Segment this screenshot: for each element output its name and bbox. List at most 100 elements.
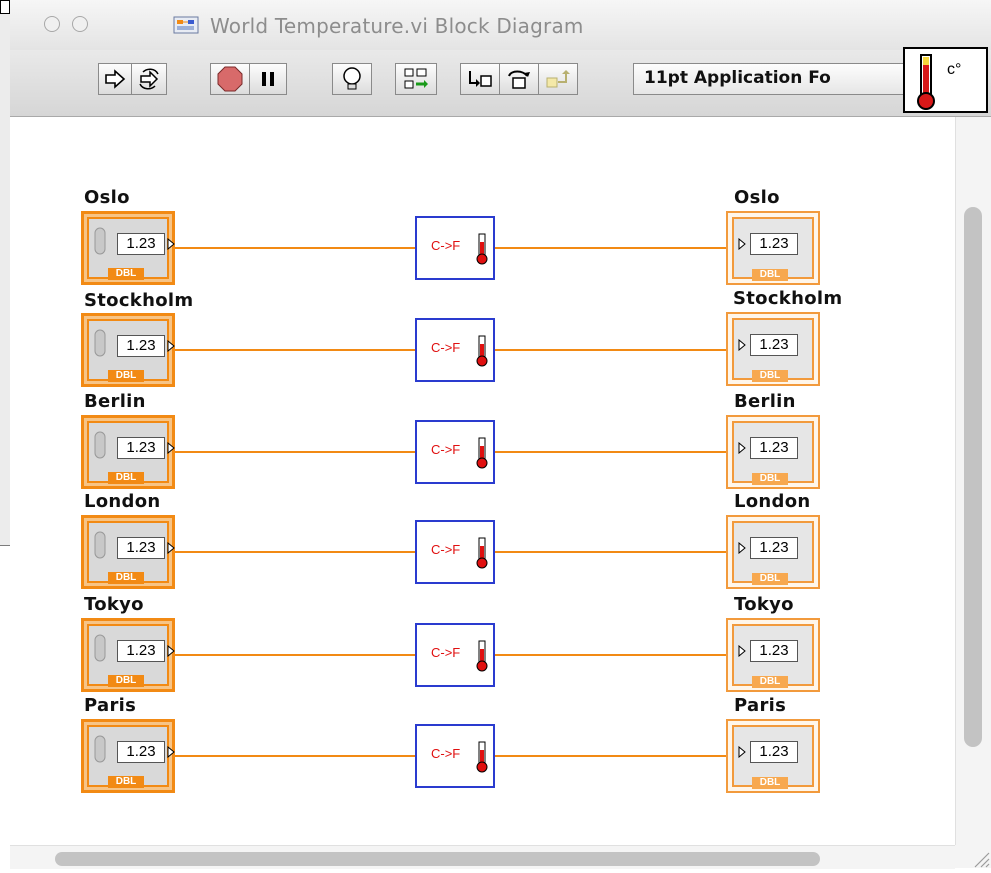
datatype-tag: DBL — [108, 776, 144, 788]
control-label-paris[interactable]: Paris — [84, 695, 136, 716]
indicator-terminal-london[interactable]: 1.23 DBL — [726, 515, 820, 589]
vertical-scroll-thumb[interactable] — [964, 207, 982, 747]
indicator-terminal-stockholm[interactable]: 1.23 DBL — [726, 312, 820, 386]
subvi-c-to-f[interactable]: C->F — [415, 318, 495, 382]
subvi-label: C->F — [431, 442, 461, 457]
control-label-berlin[interactable]: Berlin — [84, 391, 146, 412]
step-into-icon — [469, 71, 492, 87]
wire[interactable] — [175, 349, 415, 351]
indicator-label-oslo[interactable]: Oslo — [734, 187, 780, 208]
numeric-value: 1.23 — [117, 537, 165, 559]
control-terminal-berlin[interactable]: 1.23 DBL — [81, 415, 175, 489]
step-over-button[interactable] — [499, 63, 539, 95]
vi-icon[interactable]: c° — [903, 47, 988, 113]
abort-button[interactable] — [210, 63, 250, 95]
wire[interactable] — [495, 247, 729, 249]
retain-wire-values-button[interactable] — [395, 63, 437, 95]
wire[interactable] — [495, 755, 729, 757]
input-arrow-icon — [738, 339, 746, 351]
indicator-label-berlin[interactable]: Berlin — [734, 391, 796, 412]
output-arrow-icon — [167, 542, 175, 554]
subvi-label: C->F — [431, 238, 461, 253]
numeric-value: 1.23 — [750, 233, 798, 255]
run-continuously-icon — [139, 68, 159, 90]
subvi-label: C->F — [431, 340, 461, 355]
step-over-icon — [508, 70, 530, 89]
input-arrow-icon — [738, 442, 746, 454]
control-terminal-tokyo[interactable]: 1.23 DBL — [81, 618, 175, 692]
control-terminal-paris[interactable]: 1.23 DBL — [81, 719, 175, 793]
thermometer-icon — [476, 437, 488, 469]
wire[interactable] — [175, 551, 415, 553]
subvi-label: C->F — [431, 746, 461, 761]
wire[interactable] — [495, 654, 729, 656]
output-arrow-icon — [167, 746, 175, 758]
datatype-tag: DBL — [108, 572, 144, 584]
numeric-control-spinner-icon — [94, 227, 106, 255]
vertical-scrollbar[interactable] — [955, 117, 991, 845]
subvi-c-to-f[interactable]: C->F — [415, 724, 495, 788]
subvi-c-to-f[interactable]: C->F — [415, 520, 495, 584]
text-settings-dropdown[interactable]: 11pt Application Fo — [633, 63, 913, 95]
subvi-c-to-f[interactable]: C->F — [415, 623, 495, 687]
wire[interactable] — [175, 247, 415, 249]
background-window-corner — [0, 0, 10, 14]
numeric-control-spinner-icon — [94, 431, 106, 459]
control-terminal-stockholm[interactable]: 1.23 DBL — [81, 313, 175, 387]
numeric-control-spinner-icon — [94, 329, 106, 357]
wire[interactable] — [175, 451, 415, 453]
control-label-london[interactable]: London — [84, 491, 161, 512]
wire[interactable] — [495, 349, 729, 351]
control-label-stockholm[interactable]: Stockholm — [84, 290, 193, 311]
thermometer-icon — [476, 233, 488, 265]
output-arrow-icon — [167, 340, 175, 352]
wire[interactable] — [495, 551, 729, 553]
subvi-label: C->F — [431, 542, 461, 557]
wire[interactable] — [175, 755, 415, 757]
probe-data-icon — [404, 68, 428, 89]
datatype-tag: DBL — [108, 370, 144, 382]
numeric-value: 1.23 — [750, 334, 798, 356]
indicator-label-london[interactable]: London — [734, 491, 811, 512]
indicator-terminal-paris[interactable]: 1.23 DBL — [726, 719, 820, 793]
wire[interactable] — [495, 451, 729, 453]
numeric-value: 1.23 — [117, 437, 165, 459]
title-bar: World Temperature.vi Block Diagram — [10, 0, 991, 50]
indicator-terminal-oslo[interactable]: 1.23 DBL — [726, 211, 820, 285]
control-terminal-london[interactable]: 1.23 DBL — [81, 515, 175, 589]
subvi-c-to-f[interactable]: C->F — [415, 420, 495, 484]
datatype-tag: DBL — [752, 777, 788, 789]
thermometer-icon — [917, 54, 935, 110]
step-out-button[interactable] — [538, 63, 578, 95]
indicator-label-tokyo[interactable]: Tokyo — [734, 594, 794, 615]
pause-icon — [262, 72, 274, 86]
highlight-execution-button[interactable] — [332, 63, 372, 95]
pause-button[interactable] — [249, 63, 287, 95]
numeric-value: 1.23 — [117, 335, 165, 357]
indicator-terminal-tokyo[interactable]: 1.23 DBL — [726, 618, 820, 692]
input-arrow-icon — [738, 746, 746, 758]
control-terminal-oslo[interactable]: 1.23 DBL — [81, 211, 175, 285]
output-arrow-icon — [167, 238, 175, 250]
indicator-terminal-berlin[interactable]: 1.23 DBL — [726, 415, 820, 489]
step-out-icon — [546, 70, 570, 88]
indicator-label-stockholm[interactable]: Stockholm — [733, 288, 842, 309]
run-button[interactable] — [98, 63, 132, 95]
run-continuously-button[interactable] — [131, 63, 167, 95]
numeric-value: 1.23 — [750, 537, 798, 559]
subvi-c-to-f[interactable]: C->F — [415, 216, 495, 280]
wire[interactable] — [175, 654, 415, 656]
minimize-window-button[interactable] — [72, 16, 88, 32]
control-label-tokyo[interactable]: Tokyo — [84, 594, 144, 615]
indicator-label-paris[interactable]: Paris — [734, 695, 786, 716]
step-into-button[interactable] — [460, 63, 500, 95]
horizontal-scroll-thumb[interactable] — [55, 852, 820, 866]
thermometer-icon — [476, 640, 488, 672]
datatype-tag: DBL — [752, 269, 788, 281]
control-label-oslo[interactable]: Oslo — [84, 187, 130, 208]
resize-grip-icon — [974, 852, 990, 868]
horizontal-scrollbar[interactable] — [10, 845, 955, 869]
datatype-tag: DBL — [108, 268, 144, 280]
resize-grip[interactable] — [955, 845, 991, 868]
close-window-button[interactable] — [44, 16, 60, 32]
